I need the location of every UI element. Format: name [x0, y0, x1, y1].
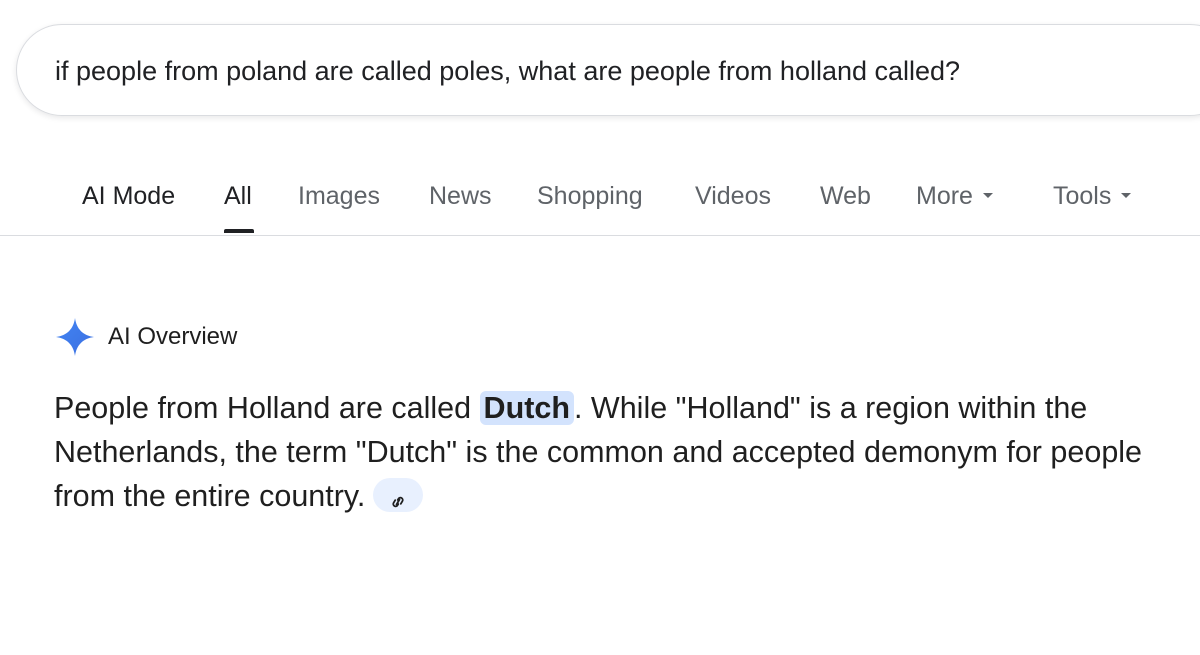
tab-tools[interactable]: Tools: [1053, 182, 1132, 211]
tab-all[interactable]: All: [224, 182, 252, 211]
tab-web[interactable]: Web: [820, 182, 871, 211]
ai-overview-answer: People from Holland are called Dutch. Wh…: [54, 386, 1174, 518]
sparkle-icon: [56, 318, 94, 356]
tab-ai-mode[interactable]: AI Mode: [82, 182, 175, 211]
answer-highlight: Dutch: [479, 391, 574, 425]
search-input[interactable]: [55, 25, 1200, 117]
page: AI Mode All Images News Shopping Videos …: [0, 0, 1200, 655]
ai-overview-title: AI Overview: [108, 323, 238, 350]
chevron-down-icon: [982, 192, 993, 198]
search-tabs: AI Mode All Images News Shopping Videos …: [0, 160, 1200, 236]
answer-text-before: People from Holland are called: [54, 391, 480, 425]
tab-news[interactable]: News: [429, 182, 492, 211]
tab-videos[interactable]: Videos: [695, 182, 771, 211]
tab-shopping[interactable]: Shopping: [537, 182, 643, 211]
tab-more[interactable]: More: [916, 182, 993, 211]
tab-tools-label: Tools: [1053, 182, 1112, 210]
source-link-chip[interactable]: [373, 477, 424, 512]
tab-images[interactable]: Images: [298, 182, 380, 211]
search-box[interactable]: [16, 24, 1200, 117]
active-tab-indicator: [224, 229, 254, 233]
tab-more-label: More: [916, 182, 973, 210]
ai-overview-header: AI Overview: [54, 316, 237, 358]
link-icon: [392, 496, 404, 508]
chevron-down-icon: [1121, 192, 1132, 198]
